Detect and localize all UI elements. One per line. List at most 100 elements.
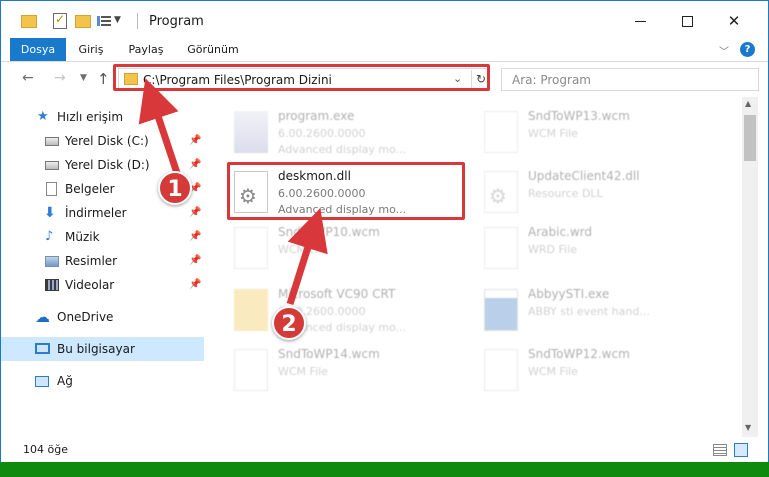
navigation-pane: ★ Hızlı erişim Yerel Disk (C:) 📌 Yerel D… (1, 97, 206, 437)
up-arrow-icon[interactable]: ↑ (97, 70, 110, 88)
file-name: Microsoft VC90 CRT (278, 287, 396, 301)
file-detail: ABBY sti event hand... (528, 305, 650, 318)
music-icon: ♪ (45, 229, 54, 244)
pictures-icon (45, 256, 59, 267)
network-icon (35, 376, 49, 387)
sidebar-item-label: Resimler (65, 254, 118, 268)
videos-icon (45, 279, 59, 291)
sidebar-item-pictures[interactable]: Resimler 📌 (1, 249, 204, 273)
downloads-icon: ⬇ (44, 205, 56, 221)
close-button[interactable]: ✕ (711, 5, 757, 37)
file-item[interactable]: AbbyySTI.exe ABBY sti event hand... (458, 283, 688, 339)
file-item[interactable]: program.exe 6.00.2600.0000 Advanced disp… (208, 105, 438, 161)
file-list: program.exe 6.00.2600.0000 Advanced disp… (208, 97, 741, 437)
status-bar: 104 öğe (1, 437, 768, 463)
large-icons-view-icon[interactable] (734, 443, 748, 457)
file-detail: Advanced display mo... (278, 143, 407, 156)
new-folder-icon[interactable] (75, 15, 91, 28)
file-icon (484, 349, 518, 391)
file-detail: WCM File (528, 127, 578, 140)
scroll-down-icon[interactable]: ▼ (745, 423, 751, 432)
sidebar-item-label: Belgeler (65, 182, 115, 196)
file-name: SndToWP10.wcm (278, 225, 380, 239)
this-pc-icon (35, 343, 50, 354)
file-icon (234, 349, 268, 391)
file-icon (234, 227, 268, 269)
file-item[interactable]: SndToWP10.wcm WCM File (208, 221, 438, 277)
file-name: AbbyySTI.exe (528, 287, 610, 301)
file-detail: WCM File (278, 243, 328, 256)
tab-file[interactable]: Dosya (10, 38, 66, 61)
customize-toolbar-icon[interactable] (97, 14, 111, 28)
step-2-badge: 2 (272, 306, 306, 340)
file-name: Arabic.wrd (528, 225, 593, 239)
step-1-badge: 1 (158, 171, 192, 205)
exe-icon (234, 111, 268, 153)
minimize-button[interactable] (617, 5, 663, 37)
tab-view[interactable]: Görünüm (179, 38, 247, 61)
sidebar-item-network[interactable]: Ağ (1, 369, 204, 393)
maximize-button[interactable] (664, 5, 710, 37)
file-icon (484, 227, 518, 269)
sidebar-item-quick-access[interactable]: ★ Hızlı erişim (1, 105, 204, 129)
file-item[interactable]: SndToWP14.wcm WCM File (208, 343, 438, 399)
file-name: SndToWP14.wcm (278, 347, 380, 361)
file-item[interactable]: Arabic.wrd WRD File (458, 221, 688, 277)
file-name: SndToWP12.wcm (528, 347, 630, 361)
app-icon (484, 289, 518, 331)
file-detail: WCM File (278, 365, 328, 378)
pin-icon[interactable]: 📌 (189, 153, 201, 177)
sidebar-item-local-disk-c[interactable]: Yerel Disk (C:) 📌 (1, 129, 204, 153)
sidebar-item-videos[interactable]: Videolar 📌 (1, 273, 204, 297)
file-item[interactable]: SndToWP13.wcm WCM File (458, 105, 688, 161)
sidebar-item-music[interactable]: ♪ Müzik 📌 (1, 225, 204, 249)
help-icon[interactable]: ? (740, 42, 755, 57)
address-bar-highlight (113, 64, 490, 91)
chevron-down-icon[interactable]: ▼ (114, 15, 121, 33)
sidebar-item-onedrive[interactable]: ☁ OneDrive (1, 305, 204, 329)
scrollbar-thumb[interactable] (744, 115, 756, 161)
pin-icon[interactable]: 📌 (189, 249, 201, 273)
sidebar-item-label: Bu bilgisayar (57, 342, 135, 356)
file-detail: WCM File (528, 365, 578, 378)
sidebar-item-label: İndirmeler (65, 206, 127, 220)
sidebar-item-label: Videolar (65, 278, 115, 292)
forward-arrow-icon[interactable]: → (54, 70, 66, 86)
file-item[interactable]: Microsoft VC90 CRT 6.00.2600.0000 Advanc… (208, 283, 438, 339)
details-view-icon[interactable] (713, 444, 727, 456)
recent-locations-chevron-icon[interactable]: ▼ (80, 73, 87, 83)
item-count: 104 öğe (23, 443, 68, 456)
file-detail: Resource DLL (528, 187, 603, 200)
pin-icon[interactable]: 📌 (189, 201, 201, 225)
file-item[interactable]: SndToWP12.wcm WCM File (458, 343, 688, 399)
folder-icon (234, 289, 268, 331)
documents-icon (46, 182, 57, 196)
file-name: SndToWP13.wcm (528, 109, 630, 123)
scroll-up-icon[interactable]: ▲ (745, 99, 751, 108)
search-box[interactable]: Ara: Program (501, 68, 759, 91)
title-divider (137, 13, 138, 29)
file-icon (484, 111, 518, 153)
sidebar-item-label: Yerel Disk (C:) (65, 134, 149, 148)
sidebar-item-this-pc[interactable]: Bu bilgisayar (1, 337, 204, 361)
minimize-icon (634, 21, 646, 22)
ribbon: Dosya Giriş Paylaş Görünüm ﹀ ? (1, 38, 768, 62)
maximize-icon (681, 16, 693, 27)
star-icon: ★ (37, 109, 49, 124)
folder-icon[interactable] (21, 15, 37, 28)
tab-home[interactable]: Giriş (67, 38, 115, 61)
back-arrow-icon[interactable]: ← (22, 70, 34, 86)
search-input[interactable]: Ara: Program (512, 73, 591, 87)
file-detail: WRD File (528, 243, 577, 256)
file-item[interactable]: UpdateClient42.dll Resource DLL (458, 165, 688, 221)
pin-icon[interactable]: 📌 (189, 225, 201, 249)
tab-share[interactable]: Paylaş (119, 38, 173, 61)
expand-ribbon-chevron-icon[interactable]: ﹀ (719, 43, 729, 58)
sidebar-item-label: Müzik (65, 230, 100, 244)
pin-icon[interactable]: 📌 (189, 273, 201, 297)
pin-icon[interactable]: 📌 (189, 129, 201, 153)
vertical-scrollbar[interactable]: ▲ ▼ (742, 97, 758, 437)
properties-check-icon[interactable] (53, 12, 67, 29)
sidebar-item-label: Ağ (57, 374, 73, 388)
file-name: UpdateClient42.dll (528, 169, 640, 183)
